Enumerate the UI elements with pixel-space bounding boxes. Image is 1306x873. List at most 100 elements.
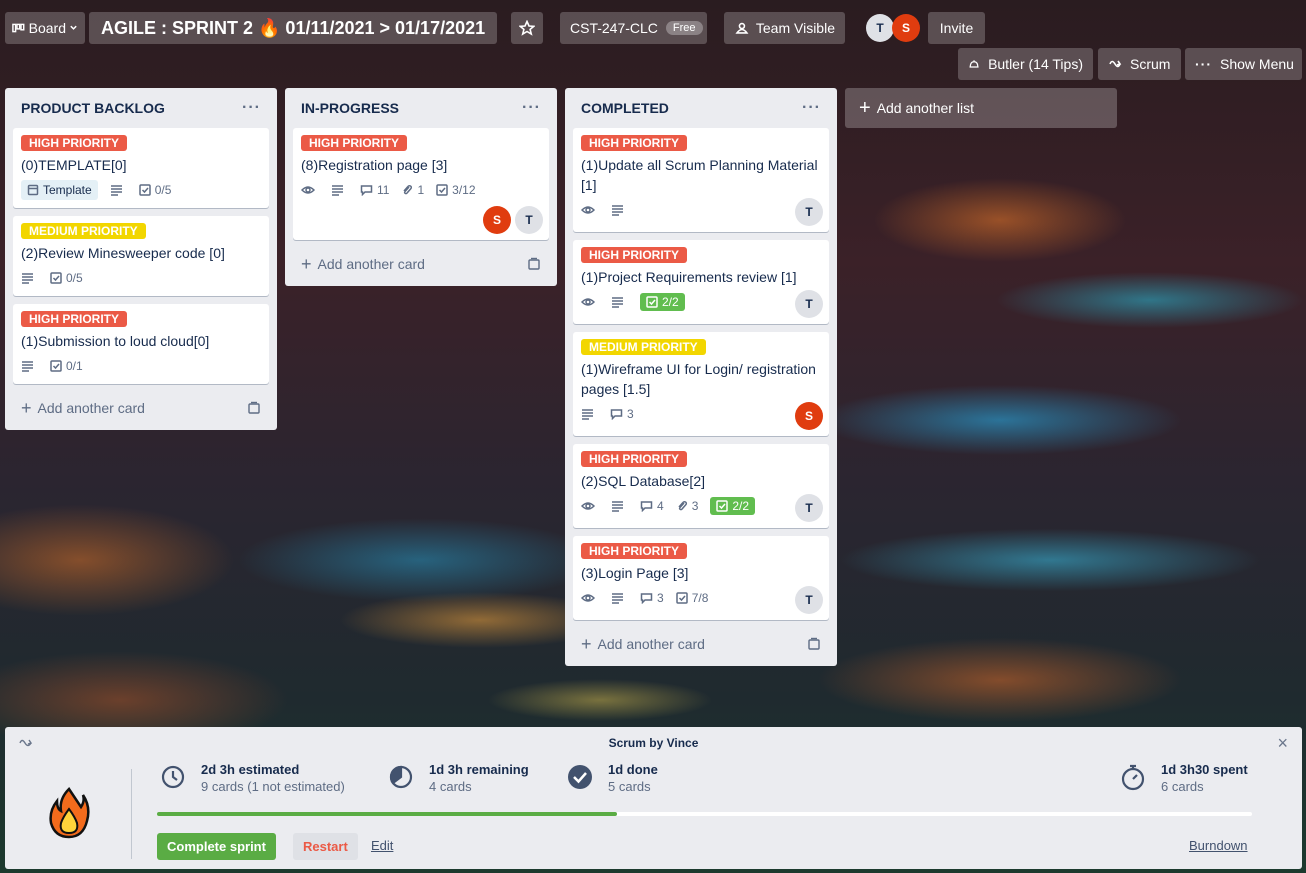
scrum-button[interactable]: Scrum xyxy=(1098,48,1181,80)
board-title[interactable]: AGILE : SPRINT 2 🔥 01/11/2021 > 01/17/20… xyxy=(89,12,498,44)
workspace-name: CST-247-CLC xyxy=(570,20,658,36)
attachments-badge: 3 xyxy=(676,499,698,513)
show-menu-button[interactable]: ··· Show Menu xyxy=(1185,48,1302,80)
list-completed: COMPLETED ··· HIGH PRIORITY (1)Update al… xyxy=(565,88,837,666)
list-title[interactable]: COMPLETED xyxy=(581,100,669,116)
label-high-priority: HIGH PRIORITY xyxy=(581,247,688,263)
complete-sprint-button[interactable]: Complete sprint xyxy=(157,833,276,860)
list-header: PRODUCT BACKLOG ··· xyxy=(13,88,269,128)
card-badges: 0/1 xyxy=(21,353,261,379)
member-avatar-t[interactable]: T xyxy=(795,198,823,226)
label-high-priority: HIGH PRIORITY xyxy=(581,543,688,559)
workspace-button[interactable]: CST-247-CLC Free xyxy=(560,12,707,44)
card-review-minesweeper[interactable]: MEDIUM PRIORITY (2)Review Minesweeper co… xyxy=(13,216,269,296)
label-medium-priority: MEDIUM PRIORITY xyxy=(21,223,146,239)
checklist-count: 0/5 xyxy=(66,271,83,285)
add-card-button[interactable]: + Add another card xyxy=(13,390,269,426)
description-icon xyxy=(332,185,343,196)
comments-badge: 3 xyxy=(610,407,634,421)
sprint-fire-icon xyxy=(47,787,91,839)
member-avatar-t[interactable]: T xyxy=(795,586,823,614)
list-menu-icon[interactable]: ··· xyxy=(802,99,821,117)
card-badges: 11 1 3/12 xyxy=(301,177,541,203)
card-title: (8)Registration page [3] xyxy=(301,157,448,173)
checklist-icon xyxy=(716,500,729,512)
checklist-badge: 0/1 xyxy=(50,359,83,373)
list-menu-icon[interactable]: ··· xyxy=(522,99,541,117)
scrum-panel-title: Scrum by Vince xyxy=(608,736,699,750)
member-avatar-s[interactable]: S xyxy=(795,402,823,430)
card-update-scrum-material[interactable]: HIGH PRIORITY (1)Update all Scrum Planni… xyxy=(573,128,829,232)
card-title: (2)Review Minesweeper code [0] xyxy=(21,245,225,261)
member-avatar-s[interactable]: S xyxy=(892,14,920,42)
description-badge xyxy=(611,592,628,604)
label-high-priority: HIGH PRIORITY xyxy=(21,311,128,327)
visibility-button[interactable]: Team Visible xyxy=(724,12,845,44)
star-icon xyxy=(519,20,535,36)
description-icon xyxy=(612,501,623,512)
plus-icon: + xyxy=(301,253,312,274)
attachments-count: 1 xyxy=(417,183,425,197)
burndown-link[interactable]: Burndown xyxy=(1189,838,1248,853)
description-badge xyxy=(331,184,348,196)
card-template[interactable]: HIGH PRIORITY (0)TEMPLATE[0] Template 0/… xyxy=(13,128,269,208)
template-create-icon[interactable] xyxy=(527,257,541,271)
butler-bell-icon xyxy=(969,60,979,68)
board-icon xyxy=(12,23,25,33)
comments-count: 3 xyxy=(657,591,664,605)
checklist-badge: 0/5 xyxy=(50,271,83,285)
member-avatar-t[interactable]: T xyxy=(795,494,823,522)
card-login-page[interactable]: HIGH PRIORITY (3)Login Page [3] 3 7/8 T xyxy=(573,536,829,620)
member-avatar-t[interactable]: T xyxy=(795,290,823,318)
list-title[interactable]: IN-PROGRESS xyxy=(301,100,399,116)
paperclip-icon xyxy=(678,501,687,511)
template-create-icon[interactable] xyxy=(247,401,261,415)
star-button[interactable] xyxy=(511,12,543,44)
eye-icon xyxy=(581,298,595,306)
list-menu-icon[interactable]: ··· xyxy=(242,99,261,117)
checklist-icon xyxy=(646,296,658,308)
template-create-icon[interactable] xyxy=(807,637,821,651)
card-project-requirements[interactable]: HIGH PRIORITY (1)Project Requirements re… xyxy=(573,240,829,324)
card-title: (1)Update all Scrum Planning Material [1… xyxy=(581,157,818,193)
member-avatar-t[interactable]: T xyxy=(515,206,543,234)
member-avatar-t[interactable]: T xyxy=(866,14,894,42)
card-registration-page[interactable]: HIGH PRIORITY (8)Registration page [3] 1… xyxy=(293,128,549,240)
card-wireframe-ui[interactable]: MEDIUM PRIORITY (1)Wireframe UI for Logi… xyxy=(573,332,829,436)
member-avatar-s[interactable]: S xyxy=(483,206,511,234)
list-title[interactable]: PRODUCT BACKLOG xyxy=(21,100,165,116)
description-badge xyxy=(21,272,38,284)
add-card-button[interactable]: + Add another card xyxy=(293,246,549,282)
description-badge xyxy=(611,296,628,308)
list-header: IN-PROGRESS ··· xyxy=(293,88,549,128)
butler-label: Butler (14 Tips) xyxy=(988,56,1083,72)
eye-icon xyxy=(581,594,595,602)
comment-icon xyxy=(640,501,653,512)
checklist-icon xyxy=(50,360,62,372)
butler-button[interactable]: Butler (14 Tips) xyxy=(958,48,1093,80)
card-badges: 3 xyxy=(581,401,821,427)
board-switcher-button[interactable]: Board xyxy=(5,12,85,44)
stat-done-value: 1d done xyxy=(608,762,658,777)
card-members: T xyxy=(795,494,823,522)
add-card-button[interactable]: + Add another card xyxy=(573,626,829,662)
restart-button[interactable]: Restart xyxy=(293,833,358,860)
edit-link[interactable]: Edit xyxy=(371,838,393,853)
add-list-button[interactable]: + Add another list xyxy=(845,88,1117,128)
comments-count: 11 xyxy=(377,183,390,197)
scrum-label: Scrum xyxy=(1130,56,1171,72)
description-icon xyxy=(22,361,33,372)
card-sql-database[interactable]: HIGH PRIORITY (2)SQL Database[2] 4 3 2/2… xyxy=(573,444,829,528)
stat-remaining-sub: 4 cards xyxy=(429,779,472,794)
plus-icon: + xyxy=(21,397,32,418)
board-header: Board AGILE : SPRINT 2 🔥 01/11/2021 > 01… xyxy=(0,0,1306,90)
checklist-complete-badge: 2/2 xyxy=(640,293,685,311)
eye-icon xyxy=(581,206,595,214)
add-card-label: Add another card xyxy=(37,400,145,416)
checklist-count: 2/2 xyxy=(732,499,750,513)
checklist-icon xyxy=(138,184,151,196)
card-submission[interactable]: HIGH PRIORITY (1)Submission to loud clou… xyxy=(13,304,269,384)
close-icon[interactable]: × xyxy=(1277,733,1288,754)
checklist-badge: 0/5 xyxy=(138,183,171,197)
invite-button[interactable]: Invite xyxy=(928,12,985,44)
